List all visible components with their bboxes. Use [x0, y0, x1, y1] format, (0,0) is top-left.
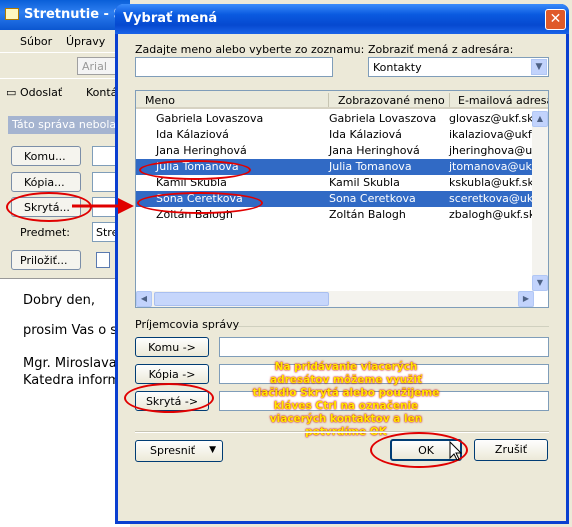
contacts-button[interactable]: Kontá [86, 86, 117, 99]
contact-email: ikalaziova@ukf.s [449, 128, 541, 141]
dialog-title: Vybrať mená [123, 11, 218, 26]
column-name[interactable]: Meno [145, 94, 175, 107]
contact-display: Sona Ceretkova [329, 192, 416, 205]
contact-display: Ida Kálaziová [329, 128, 402, 141]
bcc-add-highlight-ellipse [124, 383, 214, 413]
addressbook-value: Kontakty [373, 61, 422, 74]
subject-label: Predmet: [20, 226, 70, 239]
scroll-thumb[interactable] [154, 292, 329, 306]
contact-email: glovasz@ukf.sk [449, 112, 534, 125]
cancel-button[interactable]: Zrušiť [474, 439, 548, 461]
close-icon[interactable]: ✕ [545, 9, 566, 30]
chevron-down-icon[interactable]: ▼ [531, 59, 547, 75]
select-names-dialog: Vybrať mená ✕ Zadajte meno alebo vyberte… [115, 4, 569, 524]
mouse-pointer-icon [449, 440, 462, 461]
to-recipients-field[interactable] [219, 337, 549, 357]
contact-display: Jana Heringhová [329, 144, 420, 157]
dialog-title-bar: Vybrať mená ✕ [115, 4, 569, 34]
contact-name: Gabriela Lovaszova [156, 112, 264, 125]
send-button[interactable]: Odoslať [20, 86, 62, 99]
scroll-up-icon[interactable]: ▲ [532, 111, 548, 127]
vertical-scrollbar[interactable]: ▲ ▼ [532, 111, 548, 291]
horizontal-scrollbar[interactable]: ◀ ▶ [136, 291, 534, 307]
scroll-down-icon[interactable]: ▼ [532, 275, 548, 291]
menu-bar: Súbor Úpravy [0, 30, 130, 52]
contact-email: sceretkova@ukf [449, 192, 538, 205]
scroll-left-icon[interactable]: ◀ [136, 291, 152, 307]
list-header: Meno Zobrazované meno E-mailová adresa [136, 91, 548, 109]
send-icon: ▭ [6, 86, 17, 99]
column-email[interactable]: E-mailová adresa [458, 94, 548, 107]
menu-edit[interactable]: Úpravy [66, 35, 105, 48]
cc-add-button[interactable]: Kópia -> [135, 364, 209, 384]
message-title-bar: Stretnutie - Sp [0, 0, 130, 30]
addressbook-select[interactable]: Kontakty ▼ [368, 57, 549, 77]
advanced-button[interactable]: Spresniť ▼ [135, 440, 223, 462]
column-divider[interactable] [449, 93, 450, 107]
body-line: prosim Vas o str [23, 323, 128, 338]
contact-email: kskubla@ukf.sk [449, 176, 534, 189]
contact-display: Julia Tomanova [329, 160, 412, 173]
attachment-icon [96, 252, 110, 268]
contact-email: jtomanova@ukf [449, 160, 536, 173]
annotation-note: Na pridávanie viacerých adresátov môžeme… [252, 361, 440, 438]
sona-highlight-ellipse [137, 192, 263, 214]
contact-name: Ida Kálaziová [156, 128, 229, 141]
dialog-separator [135, 431, 549, 433]
cc-button[interactable]: Kópia... [11, 172, 81, 192]
recipients-label: Príjemcovia správy [135, 318, 240, 331]
menu-file[interactable]: Súbor [20, 35, 52, 48]
addressbook-label: Zobraziť mená z adresára: [368, 43, 514, 56]
contact-row[interactable]: Ida Kálaziová Ida Kálaziová ikalaziova@ukf… [136, 127, 540, 143]
contact-row[interactable]: Jana Heringhová Jana Heringhová jheringhov… [136, 143, 543, 159]
to-button[interactable]: Komu... [11, 146, 81, 166]
dropdown-arrow-icon: ▼ [209, 445, 216, 455]
search-label: Zadajte meno alebo vyberte zo zoznamu: [135, 43, 365, 56]
advanced-button-label: Spresniť [150, 444, 196, 457]
message-body[interactable]: Dobry den, prosim Vas o str Mgr. Mirosla… [0, 278, 133, 527]
contact-row[interactable]: Gabriela Lovaszova Gabriela Lovaszova glov… [136, 111, 536, 127]
contact-display: Kamil Skubla [329, 176, 400, 189]
contact-name: Jana Heringhová [156, 144, 247, 157]
attach-button[interactable]: Priložiť... [11, 250, 81, 270]
to-add-button[interactable]: Komu -> [135, 337, 209, 357]
contact-email: zbalogh@ukf.sk [449, 208, 536, 221]
scroll-right-icon[interactable]: ▶ [518, 291, 534, 307]
contact-display: Gabriela Lovaszova [329, 112, 437, 125]
column-divider[interactable] [328, 93, 329, 107]
search-input[interactable] [135, 57, 333, 77]
body-line: Mgr. Miroslava K [23, 356, 130, 371]
column-display-name[interactable]: Zobrazované meno [338, 94, 445, 107]
standard-toolbar: ▭ Odoslať Kontá [0, 78, 130, 106]
contact-email: jheringhova@ukf [449, 144, 543, 157]
julia-highlight-ellipse [139, 160, 251, 180]
formatting-toolbar: Arial [0, 52, 137, 78]
envelope-icon [5, 8, 19, 20]
recipients-group-line [238, 326, 549, 327]
body-line: Dobry den, [23, 293, 96, 308]
contact-display: Zoltán Balogh [329, 208, 406, 221]
arrow-right-icon [72, 198, 134, 214]
